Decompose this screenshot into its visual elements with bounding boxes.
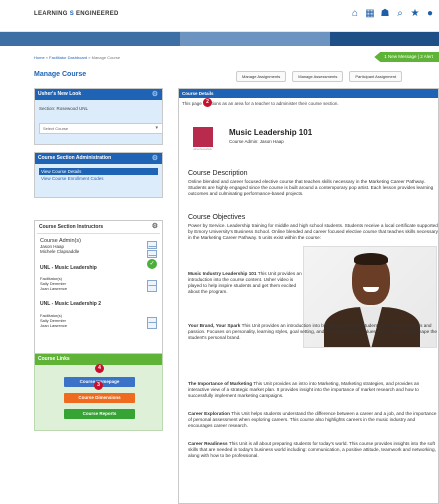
tab-manage-assignments[interactable]: Manage Assignments (236, 71, 287, 82)
section-group-title: UNL - Music Leadership (40, 265, 97, 271)
site-logo[interactable]: LEARNING S ENGINEERED (34, 11, 119, 17)
course-select-value: Select Course (43, 126, 69, 131)
intro-text: This page functions as an area for a tea… (182, 101, 339, 106)
panel-header: Course Section Administration ⚙ (35, 153, 162, 164)
view-course-details-link[interactable]: View Course Details (39, 168, 158, 175)
course-admin-panel: Course Section Administration ⚙ View Cou… (34, 152, 163, 198)
breadcrumb: Home » Facilitator Dashboard » Manage Co… (34, 55, 121, 60)
check-icon: ✓ (147, 259, 157, 269)
photo-hair (354, 253, 388, 265)
star-icon[interactable]: ★ (410, 9, 420, 19)
panel-header: Usher's New Look ⚙ (35, 89, 162, 100)
description-heading: Course Description (188, 170, 248, 177)
facilitators-block: Facilitator(s) Sally Demmler Joan Lawren… (40, 313, 68, 328)
unit-5-title: Career Readiness (188, 441, 228, 446)
search-icon[interactable]: ⌕ (395, 9, 405, 19)
gear-icon[interactable]: ⚙ (152, 89, 158, 100)
breadcrumb-home-link[interactable]: Home (34, 55, 45, 60)
gear-icon[interactable]: ⚙ (152, 153, 158, 164)
course-select[interactable]: Select Course ▾ (39, 123, 163, 134)
course-details-panel: Course Details This page functions as an… (178, 88, 439, 504)
chevron-down-icon: ▾ (155, 125, 158, 131)
breadcrumb-current: Manage Course (91, 55, 121, 60)
panel-header: Course Details (179, 89, 438, 98)
panel-title: Course Section Administration (38, 155, 112, 161)
message-alert-tag[interactable]: 1 New Message | 2 Alert (374, 52, 439, 62)
unit-1-title: Music Industry Leadership 101 (188, 271, 257, 276)
course-reports-button[interactable]: Course Reports (64, 409, 135, 419)
panel-header: Course Section Instructors ⚙ (35, 221, 162, 233)
breadcrumb-facilitator-link[interactable]: Facilitator Dashboard (49, 55, 87, 60)
tab-manage-assessments[interactable]: Manage Assessments (292, 71, 344, 82)
divider (37, 233, 160, 234)
top-icon-bar: ⌂ ▦ ☗ ⌕ ★ ● (350, 9, 435, 19)
banner-segment (0, 32, 180, 46)
home-icon[interactable]: ⌂ (350, 9, 360, 19)
objectives-heading: Course Objectives (188, 214, 246, 221)
objectives-text: Power by Service. Leadership training fo… (188, 223, 438, 240)
unit-2-text: Your Brand, Your Spark This Unit provide… (188, 323, 438, 341)
header-banner (0, 32, 439, 46)
mail-icon[interactable] (147, 317, 157, 329)
admin-name: Michele Clapsaddle (40, 249, 80, 255)
course-logo-image: usherthenewlook (193, 127, 213, 153)
facilitators-block: Facilitator(s) Sally Demmler Joan Lawren… (40, 276, 68, 291)
gear-icon[interactable]: ⚙ (152, 221, 158, 233)
unit-1-text: Music Industry Leadership 101 This Unit … (188, 271, 308, 295)
section-label: Section: Rosewood UNL (39, 106, 89, 111)
view-enrollment-codes-link[interactable]: View Course Enrollment Codes (39, 175, 158, 182)
panel-title: Course Details (182, 91, 214, 96)
unit-3-text: The Importance of Marketing This Unit pr… (188, 381, 438, 399)
facilitator-name: Joan Lawrence (40, 322, 68, 328)
unit-5-text: Career Readiness This Unit is all about … (188, 441, 438, 459)
admins-block: Course Admin(s) Jason Haap Michele Claps… (40, 238, 81, 255)
course-title: Music Leadership 101 (229, 128, 313, 137)
banner-segment (180, 32, 330, 46)
top-navigation-bar: LEARNING S ENGINEERED ⌂ ▦ ☗ ⌕ ★ ● (0, 0, 439, 32)
unit-4-text: Career Exploration This Unit helps stude… (188, 411, 438, 429)
course-select-panel: Usher's New Look ⚙ Section: Rosewood UNL… (34, 88, 163, 145)
course-dimensions-button[interactable]: Course Dimensions (64, 393, 135, 403)
logo-text-left: LEARNING (34, 11, 70, 17)
description-text: Online blended and career focused electi… (188, 179, 434, 196)
course-admin: Course Admin: Jason Haap (229, 139, 284, 144)
facilitator-name: Joan Lawrence (40, 285, 68, 291)
unit-2-title: Your Brand, Your Spark (188, 323, 241, 328)
section-group-title: UNL - Music Leadership 2 (40, 301, 102, 307)
course-logo-caption: usherthenewlook (193, 148, 212, 151)
mail-icon[interactable] (147, 241, 157, 249)
unit-3-title: The Importance of Marketing (188, 381, 253, 386)
grid-icon[interactable]: ▦ (365, 9, 375, 19)
course-logo-mark (193, 127, 213, 147)
tab-participant-assignment[interactable]: Participant Assignment (349, 71, 403, 82)
step-badge: 2 (203, 98, 212, 107)
panel-title: Course Section Instructors (39, 224, 104, 230)
step-badge: 4 (95, 364, 104, 373)
unit-4-title: Career Exploration (188, 411, 230, 416)
group-icon[interactable]: ☗ (380, 9, 390, 19)
photo-smile (363, 287, 379, 292)
page-tabs: Manage Assignments Manage Assessments Pa… (236, 71, 403, 82)
help-icon[interactable]: ● (425, 9, 435, 19)
logo-text-right: ENGINEERED (74, 11, 119, 17)
step-badge: 3 (94, 381, 103, 390)
panel-title: Course Links (38, 356, 70, 362)
breadcrumb-row: Home » Facilitator Dashboard » Manage Co… (0, 46, 439, 70)
instructors-panel: Course Section Instructors ⚙ Course Admi… (34, 220, 163, 356)
mail-icon[interactable] (147, 280, 157, 292)
mail-icon[interactable] (147, 250, 157, 258)
panel-title: Usher's New Look (38, 91, 82, 97)
page-title: Manage Course (34, 71, 87, 78)
